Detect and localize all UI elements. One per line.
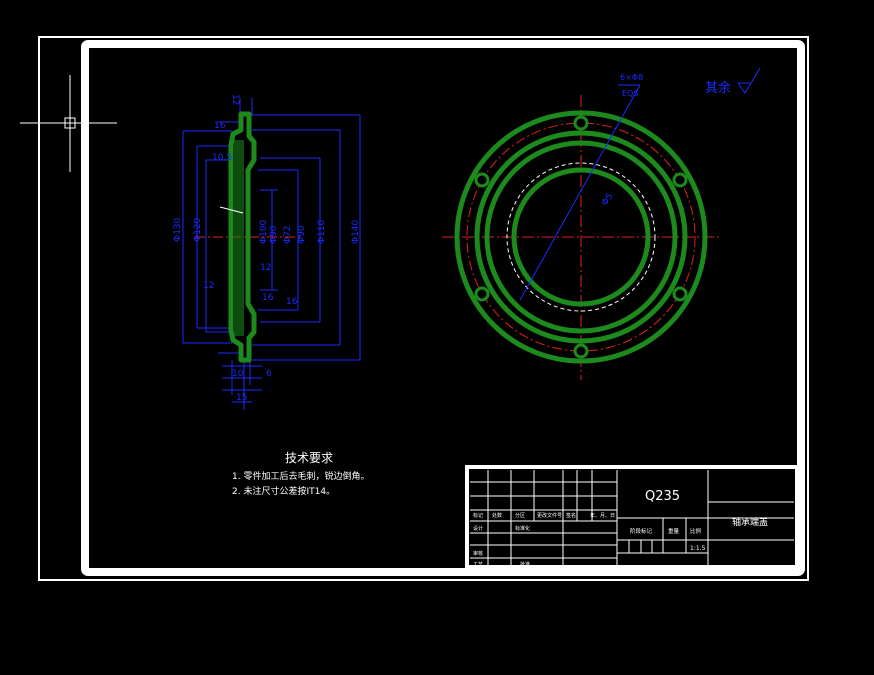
label-count: 处数: [492, 512, 502, 519]
tech-req-item-1: 1. 零件加工后去毛刺，锐边倒角。: [232, 470, 369, 482]
label-review: 审核: [473, 550, 483, 557]
crosshair-cursor: [20, 75, 117, 172]
bore-dimension: Φ5: [600, 192, 616, 208]
hole-note: 6×Φ8: [620, 73, 643, 82]
roughness-note: 其余: [705, 80, 731, 96]
stage-header: 阶段标记: [630, 527, 653, 535]
bolt-hole: [474, 172, 490, 188]
dim-mid-5: 16: [286, 297, 298, 307]
dim-bottom-3: 15: [236, 393, 247, 403]
label-process: 工艺: [473, 562, 483, 568]
bolt-hole: [573, 343, 589, 359]
section-view[interactable]: 12 16 10.5 Φ130 Φ120 12 Φ100 Φ90 12 16 1…: [173, 94, 361, 410]
dim-bottom-1: 6: [266, 369, 272, 379]
scale-header: 比例: [690, 527, 702, 535]
dim-top-2: 16: [214, 121, 226, 131]
dim-right-4: Φ140: [351, 219, 361, 244]
dim-mid-2: Φ90: [269, 225, 279, 244]
bolt-hole: [474, 286, 490, 302]
front-view[interactable]: 6×Φ8 EQS Φ5 其余: [442, 67, 761, 380]
section-dimension-lines: [182, 98, 361, 410]
label-mark: 标记: [473, 512, 483, 519]
technical-requirements: 技术要求 1. 零件加工后去毛刺，锐边倒角。 2. 未注尺寸公差按IT14。: [232, 451, 369, 497]
bolt-hole: [573, 115, 589, 131]
label-design: 设计: [473, 525, 483, 532]
hole-sub-note: EQS: [622, 89, 638, 98]
label-change-doc: 更改文件号: [537, 512, 562, 519]
dim-left-1: Φ130: [173, 217, 183, 242]
dim-right-3: Φ110: [317, 219, 327, 244]
weight-header: 重量: [668, 527, 680, 535]
dim-top-3: 10.5: [212, 153, 232, 163]
bolt-hole: [672, 172, 688, 188]
tech-req-item-2: 2. 未注尺寸公差按IT14。: [232, 485, 335, 497]
dim-right-1: Φ72: [283, 225, 293, 244]
tech-req-title: 技术要求: [285, 451, 333, 465]
label-signature: 签名: [566, 512, 576, 519]
dim-mid-1: Φ100: [259, 219, 269, 244]
dim-top-1: 12: [230, 94, 240, 105]
dim-mid-4: 16: [262, 293, 274, 303]
bolt-hole: [672, 286, 688, 302]
label-standard: 标准化: [515, 525, 530, 532]
dim-bottom-2: 10: [232, 369, 244, 379]
dim-right-2: Φ90: [297, 225, 307, 244]
roughness-symbol: [737, 67, 761, 94]
part-name-label: 轴承端盖: [732, 516, 768, 528]
section-hatch-fill: [234, 140, 244, 336]
material-label: Q235: [645, 489, 680, 504]
section-dimension-text: 12 16 10.5 Φ130 Φ120 12 Φ100 Φ90 12 16 1…: [173, 94, 361, 403]
label-approve: 批准: [520, 561, 530, 568]
dim-mid-3: 12: [260, 263, 271, 273]
title-block[interactable]: Q235 轴承端盖 阶段标记 重量 比例 1:1.5 标记 处数 分区 更改文件…: [465, 465, 799, 569]
label-zone: 分区: [515, 512, 525, 519]
label-date: 年、月、日: [590, 512, 615, 519]
dim-left-3: 12: [203, 281, 214, 291]
dim-left-2: Φ120: [193, 217, 203, 242]
cad-drawing-canvas[interactable]: 12 16 10.5 Φ130 Φ120 12 Φ100 Φ90 12 16 1…: [0, 0, 874, 675]
scale-value: 1:1.5: [690, 545, 706, 552]
